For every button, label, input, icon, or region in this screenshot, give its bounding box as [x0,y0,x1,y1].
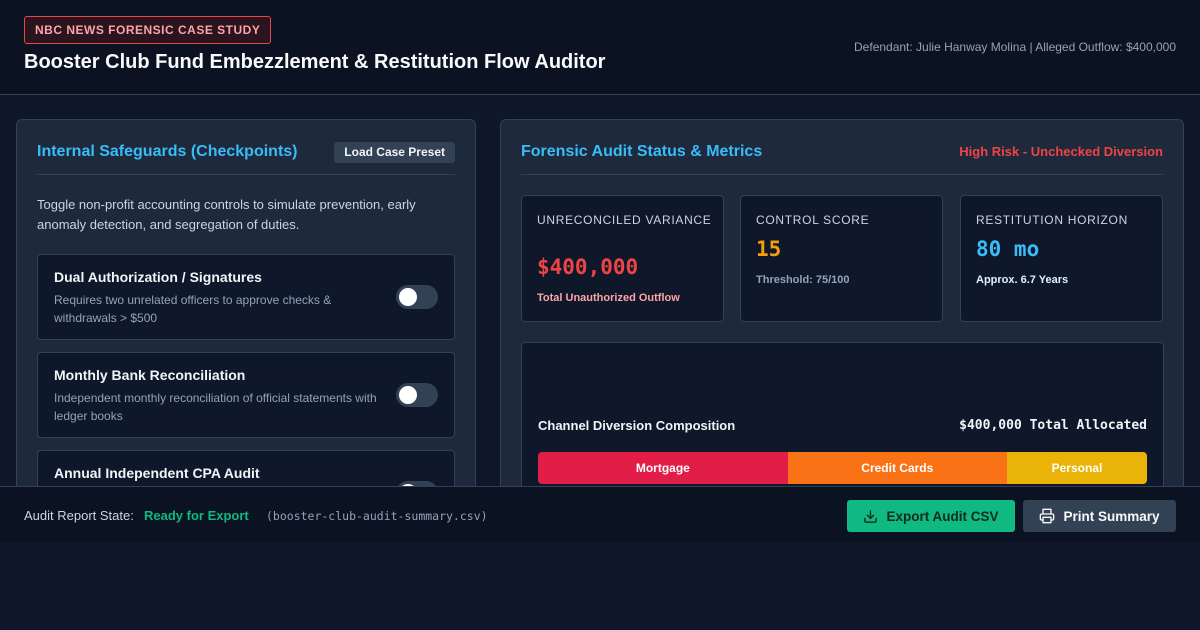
composition-total: $400,000 Total Allocated [959,418,1147,433]
defendant-info: Defendant: Julie Hanway Molina | Alleged… [854,40,1176,54]
audit-title: Forensic Audit Status & Metrics [521,143,763,160]
report-state-value: Ready for Export [144,508,249,523]
safeguards-title: Internal Safeguards (Checkpoints) [37,143,298,160]
metric-label: UNRECONCILED VARIANCE [537,213,712,227]
metric-unreconciled-variance: UNRECONCILED VARIANCE $400,000 Total Una… [521,195,724,322]
export-button-label: Export Audit CSV [886,508,999,524]
diversion-composition-card: Channel Diversion Composition $400,000 T… [521,342,1164,498]
download-icon [863,509,878,524]
metric-note: Approx. 6.7 Years [976,274,1069,286]
panel-divider [521,174,1163,175]
audit-metrics-panel: Forensic Audit Status & Metrics High Ris… [500,119,1184,499]
metric-note: Threshold: 75/100 [756,274,850,286]
metric-value: $400,000 [537,255,639,279]
composition-bar: Mortgage Credit Cards Personal [538,452,1147,484]
control-name: Dual Authorization / Signatures [54,269,262,285]
control-description: Requires two unrelated officers to appro… [54,293,332,325]
metric-label: CONTROL SCORE [756,213,870,227]
load-case-preset-button[interactable]: Load Case Preset [334,142,455,163]
print-button-label: Print Summary [1063,508,1160,524]
metric-label: RESTITUTION HORIZON [976,213,1128,227]
risk-status: High Risk - Unchecked Diversion [959,144,1163,159]
control-dual-authorization: Dual Authorization / Signatures Requires… [37,254,455,340]
control-name: Monthly Bank Reconciliation [54,367,246,383]
control-name: Annual Independent CPA Audit [54,465,260,481]
panel-divider [37,174,455,175]
composition-title: Channel Diversion Composition [538,418,736,433]
metric-note: Total Unauthorized Outflow [537,292,680,304]
footer-bar: Audit Report State: Ready for Export (bo… [0,486,1200,543]
safeguards-panel: Internal Safeguards (Checkpoints) Load C… [16,119,476,499]
bank-reconciliation-toggle[interactable] [396,383,438,407]
composition-segment-personal: Personal [1006,452,1147,484]
metric-value: 80 mo [976,237,1040,261]
metric-value: 15 [756,237,782,261]
case-study-badge: NBC NEWS FORENSIC CASE STUDY [24,16,272,44]
report-state-label: Audit Report State: [24,508,134,523]
metric-restitution-horizon: RESTITUTION HORIZON 80 mo Approx. 6.7 Ye… [960,195,1163,322]
control-description: Independent monthly reconciliation of of… [54,391,377,423]
export-audit-csv-button[interactable]: Export Audit CSV [847,500,1015,532]
safeguards-description: Toggle non-profit accounting controls to… [37,197,416,232]
dual-authorization-toggle[interactable] [396,285,438,309]
export-filename: (booster-club-audit-summary.csv) [266,509,488,523]
composition-segment-mortgage: Mortgage [538,452,788,484]
composition-segment-credit-cards: Credit Cards [787,452,1007,484]
control-bank-reconciliation: Monthly Bank Reconciliation Independent … [37,352,455,438]
printer-icon [1039,508,1055,524]
toggle-knob [399,288,417,306]
metric-control-score: CONTROL SCORE 15 Threshold: 75/100 [740,195,943,322]
print-summary-button[interactable]: Print Summary [1023,500,1176,532]
toggle-knob [399,386,417,404]
app-header: NBC NEWS FORENSIC CASE STUDY Booster Clu… [0,0,1200,95]
page-title: Booster Club Fund Embezzlement & Restitu… [24,51,606,73]
